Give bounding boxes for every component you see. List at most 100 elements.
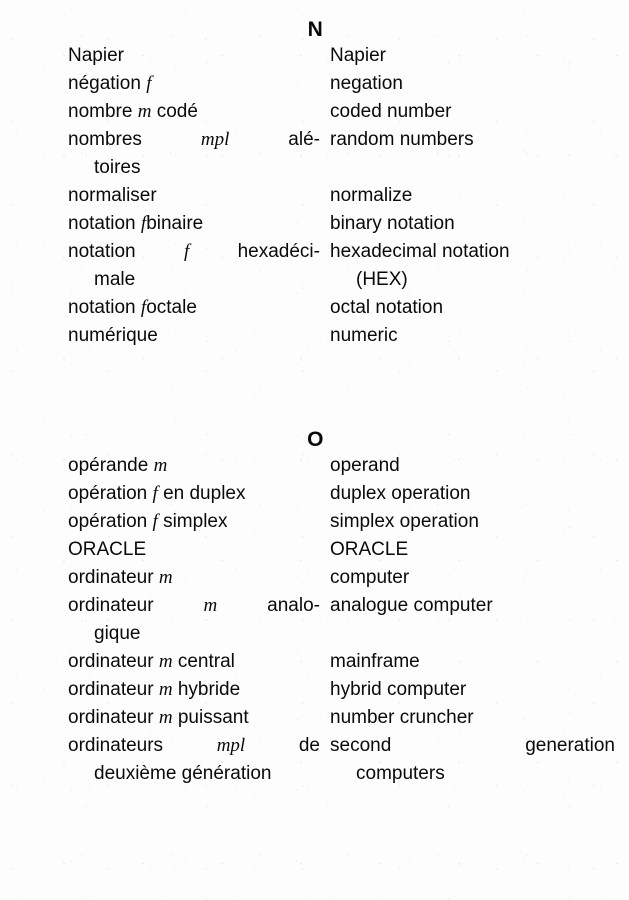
french-word: notation	[68, 241, 136, 262]
french-line: opérande m	[68, 452, 320, 480]
dictionary-entry[interactable]: ORACLE ORACLE	[0, 536, 629, 564]
dictionary-entry[interactable]: ordinateur m computer	[0, 564, 629, 592]
french-text: deuxième génération	[94, 763, 272, 784]
french-word: ordinateur	[68, 595, 154, 616]
dictionary-entry[interactable]: numérique numeric	[0, 322, 629, 350]
french-text-tail: octale	[146, 297, 197, 318]
english-word: generation	[525, 735, 615, 756]
french-term: normaliser	[68, 182, 320, 210]
english-translation: operand	[330, 452, 615, 480]
french-text: notation	[68, 213, 141, 234]
french-text: négation	[68, 73, 147, 94]
section-heading-letter: N	[307, 18, 324, 41]
french-term: opération f en duplex	[68, 480, 320, 508]
gender-marker: mpl	[200, 129, 230, 150]
english-translation: octal notation	[330, 294, 615, 322]
french-text-tail: binaire	[146, 213, 204, 234]
english-translation: hexadecimal notation (HEX)	[330, 238, 615, 294]
french-text: male	[94, 269, 136, 290]
dictionary-entry[interactable]: ordinateur m hybride hybrid computer	[0, 676, 629, 704]
dictionary-entry[interactable]: ordinateurs mpl de deuxième génération secon…	[0, 732, 629, 788]
french-term: notation foctale	[68, 294, 320, 322]
english-word: second	[330, 735, 392, 756]
english-line: analogue computer	[330, 592, 615, 620]
english-translation: numeric	[330, 322, 615, 350]
french-line: numérique	[68, 322, 320, 350]
gender-marker: f	[146, 73, 152, 94]
dictionary-entry[interactable]: opération f en duplex duplex operation	[0, 480, 629, 508]
dictionary-entry[interactable]: opération f simplex simplex operation	[0, 508, 629, 536]
english-line: computer	[330, 564, 615, 592]
french-word: hexadéci-	[237, 241, 320, 262]
english-text: simplex operation	[330, 511, 479, 532]
french-word: ordinateurs	[68, 735, 164, 756]
english-line: octal notation	[330, 294, 615, 322]
french-term: numérique	[68, 322, 320, 350]
french-text: ordinateur	[68, 679, 159, 700]
french-line: notation f hexadéci-	[68, 238, 320, 266]
french-term: opération f simplex	[68, 508, 320, 536]
dictionary-entry[interactable]: notation fbinaire binary notation	[0, 210, 629, 238]
english-line: ORACLE	[330, 536, 615, 564]
french-line: opération f simplex	[68, 508, 320, 536]
gender-marker: m	[153, 455, 168, 476]
french-term: ordinateur m puissant	[68, 704, 320, 732]
dictionary-entry[interactable]: négation f negation	[0, 70, 629, 98]
entry-list: Napier Napier négation f negation nombre m c…	[0, 42, 629, 350]
french-line: ORACLE	[68, 536, 320, 564]
dictionary-entry[interactable]: opérande m operand	[0, 452, 629, 480]
english-line: binary notation	[330, 210, 615, 238]
gender-marker: m	[158, 651, 173, 672]
french-line: nombres mpl alé-	[68, 126, 320, 154]
dictionary-entry[interactable]: nombre m codé coded number	[0, 98, 629, 126]
dictionary-entry[interactable]: ordinateur m puissant number cruncher	[0, 704, 629, 732]
french-text: ordinateur	[68, 707, 159, 728]
gender-marker: m	[203, 595, 218, 616]
english-text: coded number	[330, 101, 452, 122]
english-text: (HEX)	[356, 269, 408, 290]
gender-marker: m	[158, 679, 173, 700]
french-term: ordinateurs mpl de deuxième génération	[68, 732, 320, 788]
gender-marker: m	[158, 707, 173, 728]
french-word: alé-	[288, 129, 320, 150]
french-line: ordinateurs mpl de	[68, 732, 320, 760]
french-line: gique	[68, 620, 320, 648]
french-text-tail: simplex	[157, 511, 228, 532]
dictionary-entry[interactable]: ordinateur m central mainframe	[0, 648, 629, 676]
french-word: nombres	[68, 129, 142, 150]
dictionary-page: N Napier Napier négation f negation nombre m …	[0, 0, 629, 900]
english-line: Napier	[330, 42, 615, 70]
french-term: ORACLE	[68, 536, 320, 564]
english-line: numeric	[330, 322, 615, 350]
english-translation: mainframe	[330, 648, 615, 676]
dictionary-section: Oopérande m operand opération f en duplex d…	[0, 428, 629, 788]
dictionary-entry[interactable]: Napier Napier	[0, 42, 629, 70]
english-translation: random numbers	[330, 126, 615, 182]
french-text: ordinateur	[68, 567, 159, 588]
french-word: analo-	[267, 595, 320, 616]
english-line: computers	[330, 760, 615, 788]
gender-marker: f	[183, 241, 190, 262]
english-line: normalize	[330, 182, 615, 210]
french-line: ordinateur m hybride	[68, 676, 320, 704]
english-text: computer	[330, 567, 410, 588]
french-text-tail: codé	[151, 101, 198, 122]
dictionary-entry[interactable]: nombres mpl alé-toires random numbers	[0, 126, 629, 182]
english-line: second generation	[330, 732, 615, 760]
entry-list: opérande m operand opération f en duplex du…	[0, 452, 629, 788]
english-translation: negation	[330, 70, 615, 98]
english-line: (HEX)	[330, 266, 615, 294]
dictionary-entry[interactable]: notation f hexadéci-male hexadecimal notati…	[0, 238, 629, 294]
french-term: Napier	[68, 42, 320, 70]
dictionary-entry[interactable]: normaliser normalize	[0, 182, 629, 210]
english-text: normalize	[330, 185, 413, 206]
dictionary-entry[interactable]: ordinateur m analo-gique analogue computer	[0, 592, 629, 648]
french-line: toires	[68, 154, 320, 182]
english-text: negation	[330, 73, 403, 94]
english-text: computers	[356, 763, 445, 784]
french-line: ordinateur m analo-	[68, 592, 320, 620]
dictionary-entry[interactable]: notation foctale octal notation	[0, 294, 629, 322]
french-text: normaliser	[68, 185, 157, 206]
dictionary-section: N Napier Napier négation f negation nombre m …	[0, 18, 629, 350]
english-text: octal notation	[330, 297, 444, 318]
